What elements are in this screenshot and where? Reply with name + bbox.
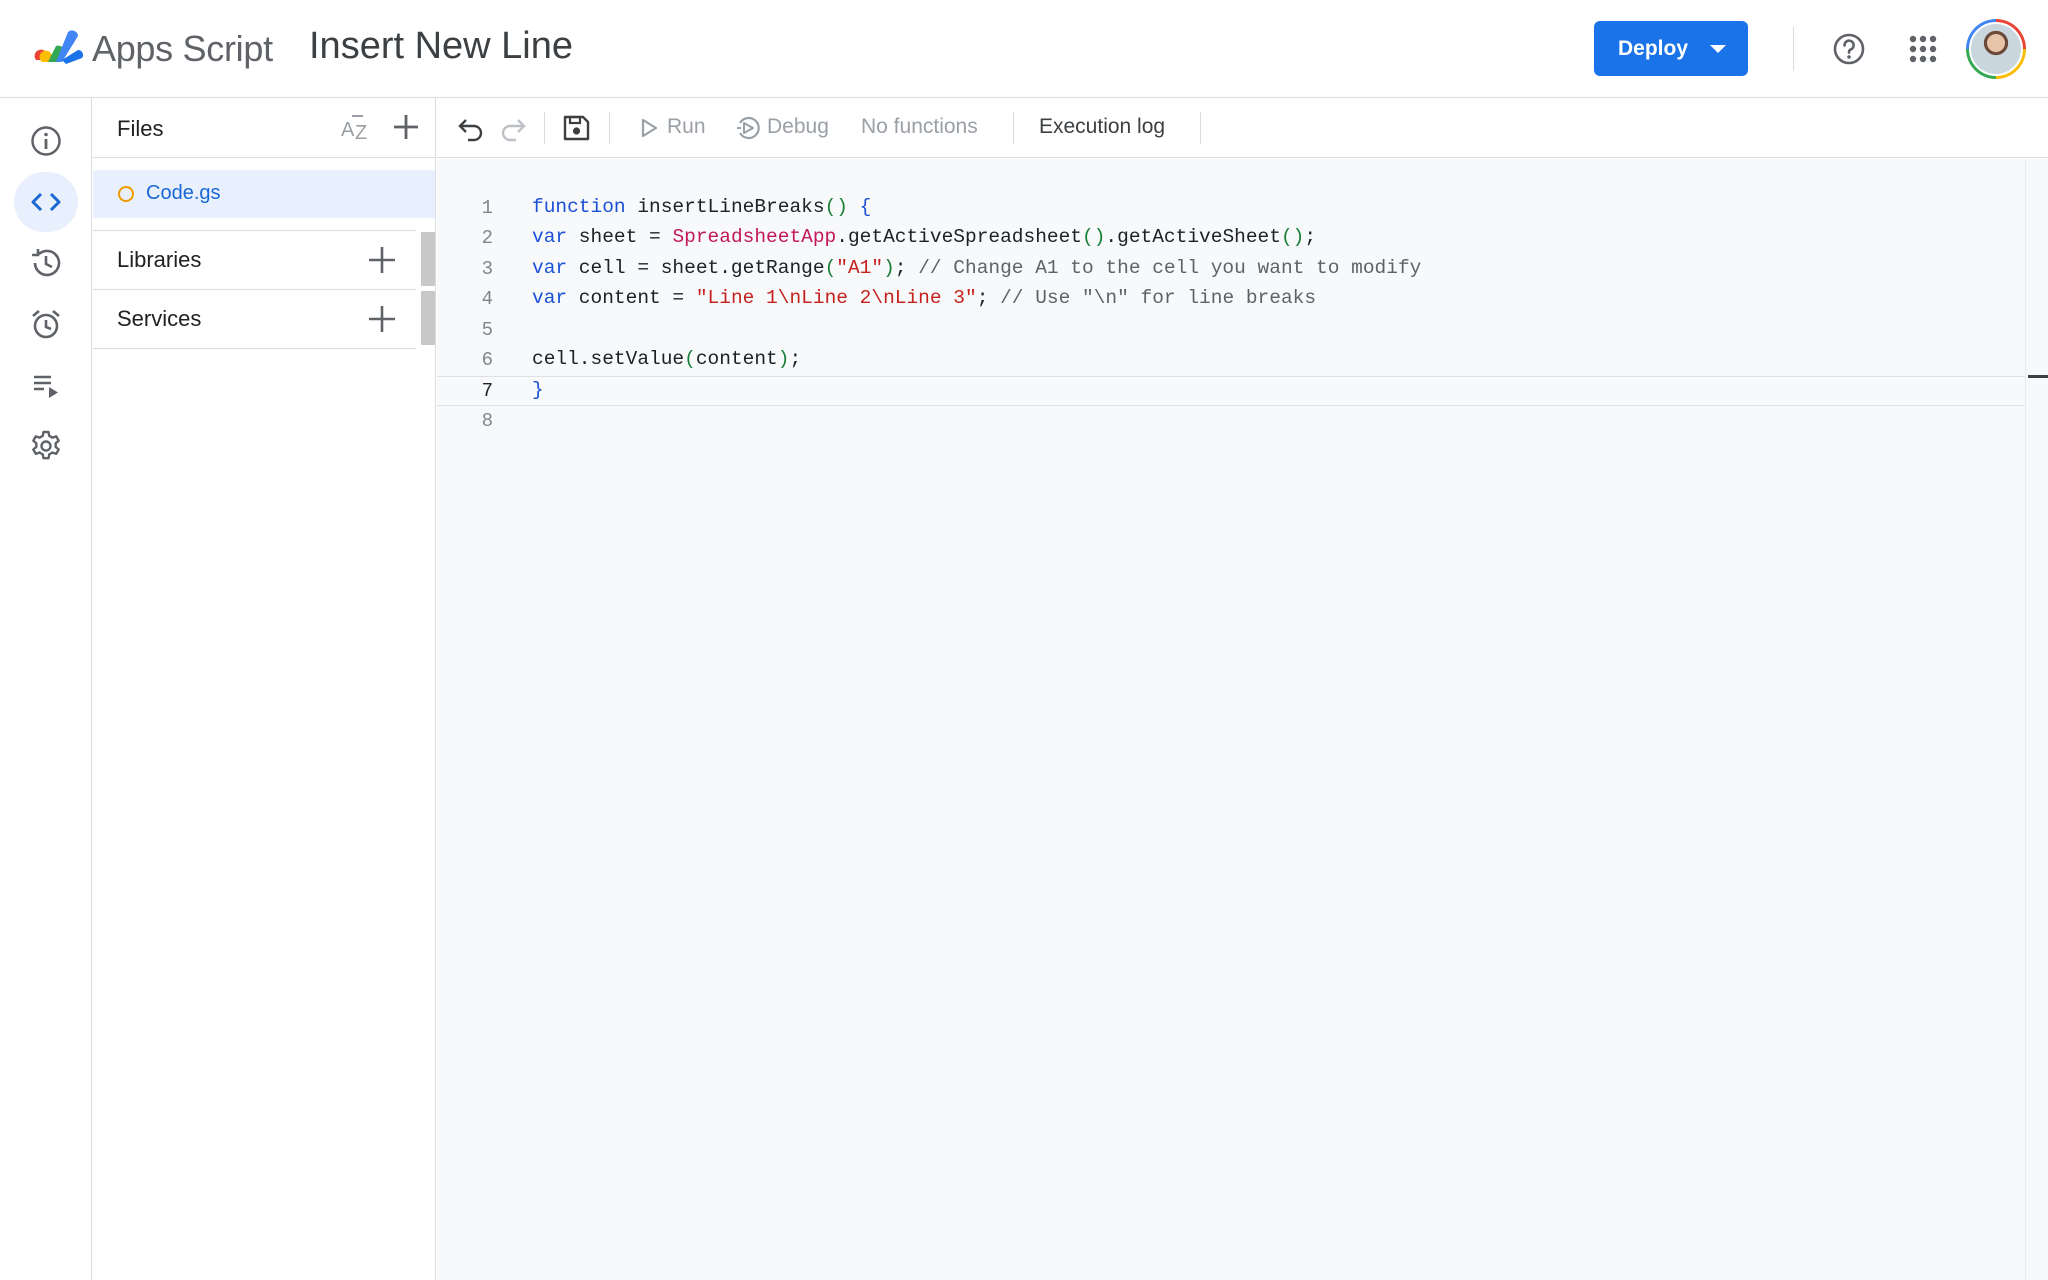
executions-icon [34, 375, 58, 398]
divider [93, 348, 416, 349]
rail-executions[interactable] [14, 355, 78, 415]
code-editor[interactable]: 1 2 3 4 5 6 7 8 function insertLineBreak… [437, 159, 2025, 1280]
libraries-section: Libraries [93, 231, 416, 289]
libraries-label: Libraries [117, 247, 202, 272]
services-label: Services [117, 306, 202, 331]
code-line[interactable]: } [532, 379, 544, 401]
header-divider [1793, 27, 1794, 71]
help-icon[interactable] [1832, 32, 1866, 66]
caret-down-icon [1710, 45, 1726, 53]
code-icon [31, 192, 61, 212]
code-line[interactable]: var content = "Line 1\nLine 2\nLine 3"; … [532, 287, 1316, 309]
editor-overview-ruler[interactable] [2025, 159, 2048, 1280]
cursor-marker [2028, 375, 2048, 378]
line-number: 6 [481, 349, 493, 371]
undo-icon[interactable] [455, 112, 487, 144]
project-title[interactable]: Insert New Line [309, 25, 573, 68]
line-number: 1 [481, 197, 493, 219]
file-item-code-gs[interactable]: Code.gs [93, 170, 435, 218]
gear-icon [32, 430, 60, 460]
rail-triggers[interactable] [14, 294, 78, 354]
unsaved-indicator-icon [118, 186, 134, 202]
svg-text:A: A [341, 119, 355, 141]
sort-az-icon[interactable]: A Z [339, 112, 373, 144]
add-file-icon[interactable] [391, 112, 421, 142]
history-icon [32, 249, 61, 277]
line-number: 4 [481, 288, 493, 310]
libraries-scrollbar[interactable] [421, 232, 435, 286]
run-button[interactable]: Run [667, 115, 706, 139]
info-icon [31, 126, 61, 156]
apps-script-logo[interactable] [32, 24, 84, 68]
svg-text:Z: Z [355, 122, 367, 144]
files-title: Files [117, 116, 164, 141]
account-avatar[interactable] [1966, 19, 2026, 79]
file-name: Code.gs [146, 182, 221, 204]
toolbar-divider [1200, 112, 1201, 144]
left-navigation-rail [0, 98, 92, 1280]
execution-log-button[interactable]: Execution log [1039, 115, 1165, 139]
top-bar: Apps Script Insert New Line Deploy [0, 0, 2048, 98]
line-number-current: 7 [481, 380, 493, 402]
google-apps-icon[interactable] [1907, 33, 1939, 65]
files-panel: Files A Z Code.gs Libraries Services [93, 98, 436, 1280]
services-scrollbar[interactable] [421, 291, 435, 345]
function-select[interactable]: No functions [861, 115, 978, 139]
rail-editor[interactable] [14, 172, 78, 232]
code-line[interactable]: cell.setValue(content); [532, 348, 801, 370]
code-line[interactable]: var sheet = SpreadsheetApp.getActiveSpre… [532, 226, 1316, 248]
app-name: Apps Script [92, 28, 273, 69]
toolbar-divider [1013, 112, 1014, 144]
editor-toolbar: Run Debug No functions Execution log [437, 98, 2048, 158]
rail-settings[interactable] [14, 416, 78, 476]
deploy-button-label: Deploy [1618, 36, 1689, 60]
line-number: 8 [481, 410, 493, 432]
active-line-highlight [437, 376, 2025, 406]
deploy-button[interactable]: Deploy [1594, 21, 1748, 76]
rail-overview[interactable] [14, 111, 78, 171]
line-number: 2 [481, 227, 493, 249]
save-icon[interactable] [560, 112, 592, 144]
code-line[interactable]: var cell = sheet.getRange("A1"); // Chan… [532, 257, 1421, 279]
run-icon[interactable] [637, 115, 661, 141]
toolbar-divider [609, 112, 610, 144]
add-service-icon[interactable] [365, 302, 399, 336]
rail-history[interactable] [14, 233, 78, 293]
code-line[interactable]: function insertLineBreaks() { [532, 196, 871, 218]
toolbar-divider [544, 112, 545, 144]
debug-button[interactable]: Debug [767, 115, 829, 139]
redo-icon[interactable] [497, 112, 529, 144]
add-library-icon[interactable] [365, 243, 399, 277]
line-number: 3 [481, 258, 493, 280]
debug-icon[interactable] [734, 114, 762, 142]
files-header: Files A Z [93, 98, 436, 158]
alarm-icon [32, 310, 60, 339]
services-section: Services [93, 290, 416, 348]
line-number: 5 [481, 319, 493, 341]
avatar-photo [1969, 22, 2023, 76]
